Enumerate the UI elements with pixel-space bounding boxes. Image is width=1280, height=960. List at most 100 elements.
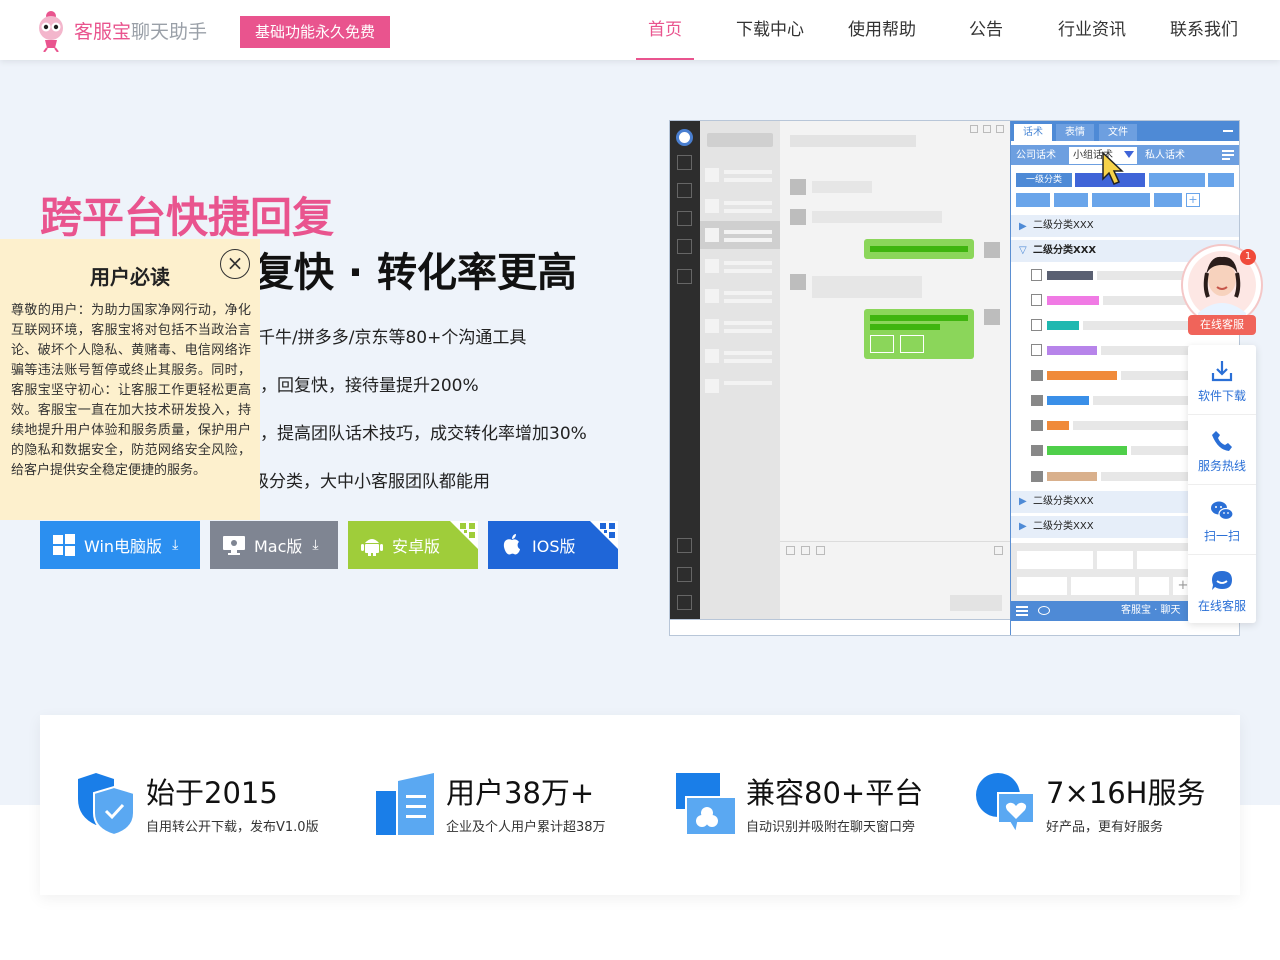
brand-sub: 聊天助手 — [131, 21, 208, 43]
cursor-icon — [1102, 151, 1124, 185]
software-download-label: 软件下载 — [1197, 389, 1246, 403]
mock-footer-text: 客服宝 · 聊天 — [1121, 605, 1181, 616]
mock-expand-icon: ▶ — [1019, 221, 1027, 232]
phone-icon — [1212, 431, 1232, 451]
eye-icon — [1038, 606, 1050, 615]
close-icon[interactable]: × — [220, 249, 250, 279]
floating-service-panel: 软件下载 服务热线 扫一扫 在线客服 — [1188, 345, 1256, 623]
building-icon — [376, 773, 434, 835]
stats-section: 始于2015 自用转公开下载，发布V1.0版 用户38万+ 企业及个人用户累计超… — [40, 715, 1240, 895]
stat-item: 始于2015 自用转公开下载，发布V1.0版 — [76, 773, 376, 843]
online-service-button[interactable]: 在线客服 — [1188, 555, 1256, 625]
mock-avatar — [676, 129, 693, 146]
scan-button[interactable]: 扫一扫 — [1188, 485, 1256, 555]
nav-contact[interactable]: 联系我们 — [1166, 18, 1242, 60]
heart-service-icon — [976, 773, 1035, 835]
download-icon — [1211, 361, 1233, 382]
notice-body: 尊敬的用户：为助力国家净网行动，净化互联网环境，客服宝将对包括不当政治言论、破坏… — [11, 303, 251, 478]
shield-icon — [78, 773, 135, 835]
mock-subtab: 私人话术 — [1145, 150, 1185, 161]
dropdown-triangle-icon — [1124, 151, 1134, 158]
hero-subtitle: 复快 · 转化率更高 — [254, 250, 578, 296]
user-notice-popup: 用户必读 × 尊敬的用户：为助力国家净网行动，净化互联网环境，客服宝将对包括不当… — [0, 239, 260, 520]
minimize-icon — [1223, 130, 1233, 132]
ios-download-label: IOS版 — [532, 537, 576, 556]
mock-add-icon: + — [1186, 193, 1200, 207]
free-badge: 基础功能永久免费 — [240, 16, 390, 48]
nav-download-center[interactable]: 下载中心 — [732, 18, 808, 60]
mock-level1-chip: 一级分类 — [1016, 173, 1072, 187]
mock-subtab: 公司话术 — [1016, 150, 1056, 161]
windows-icon — [53, 534, 75, 556]
mock-bottom-search — [670, 619, 1010, 635]
mock-nav-icon — [677, 183, 692, 198]
mock-tab: 文件 — [1099, 124, 1137, 141]
mock-category: 二级分类XXX — [1033, 496, 1094, 507]
mac-monitor-icon — [223, 536, 245, 555]
win-download-label: Win电脑版 — [84, 537, 163, 556]
mock-collapse-icon: ▽ — [1019, 245, 1027, 256]
service-hotline-button[interactable]: 服务热线 — [1188, 415, 1256, 485]
nav-industry-news[interactable]: 行业资讯 — [1054, 18, 1130, 60]
unread-count-badge: 1 — [1240, 249, 1256, 265]
mac-download-button[interactable]: Mac版 ⤓ — [210, 521, 338, 569]
mock-nav-icon — [677, 239, 692, 254]
app-mockup: 话术 表情 文件 公司话术 小组话术 私人话术 一级分类 + ▶ 二级分类XXX… — [669, 120, 1240, 636]
qr-code-icon[interactable] — [590, 521, 618, 549]
mock-nav-icon — [677, 595, 692, 610]
mock-category: 二级分类XXX — [1033, 245, 1097, 256]
online-service-label: 在线客服 — [1197, 599, 1246, 613]
stat-desc: 自用转公开下载，发布V1.0版 — [146, 820, 319, 835]
mock-expand-icon: ▶ — [1019, 521, 1027, 532]
wechat-icon — [1211, 501, 1234, 521]
mock-tab: 话术 — [1014, 124, 1052, 141]
site-header: 客服宝聊天助手 基础功能永久免费 首页 下载中心 使用帮助 公告 行业资讯 联系… — [0, 0, 1280, 60]
hero-title: 跨平台快捷回复 — [40, 193, 335, 242]
android-download-label: 安卓版 — [392, 537, 441, 556]
mock-tab: 表情 — [1056, 124, 1094, 141]
mock-category: 二级分类XXX — [1033, 521, 1094, 532]
mock-nav-icon — [677, 567, 692, 582]
android-icon — [361, 539, 383, 556]
mock-contact-list — [700, 121, 780, 619]
service-hotline-label: 服务热线 — [1197, 459, 1246, 473]
mock-nav-icon — [677, 538, 692, 553]
stat-item: 兼容80+平台 自动识别并吸附在聊天窗口旁 — [676, 773, 976, 843]
brand-name[interactable]: 客服宝聊天助手 — [74, 20, 207, 44]
stat-desc: 好产品，更有好服务 — [1046, 820, 1164, 835]
brand-main: 客服宝 — [74, 21, 132, 43]
stat-item: 7×16H服务 好产品，更有好服务 — [976, 773, 1276, 843]
platform-compat-icon — [676, 773, 736, 835]
win-download-button[interactable]: Win电脑版 ⤓ — [40, 521, 200, 569]
chat-bubble-icon — [1212, 571, 1232, 590]
download-arrow-icon: ⤓ — [312, 537, 319, 553]
scan-label: 扫一扫 — [1203, 529, 1240, 543]
stat-item: 用户38万+ 企业及个人用户累计超38万 — [376, 773, 676, 843]
apple-icon — [503, 534, 520, 555]
stat-title: 7×16H服务 — [1046, 776, 1206, 810]
stat-desc: 企业及个人用户累计超38万 — [446, 820, 606, 835]
mock-left-bar — [670, 121, 700, 619]
mock-nav-icon — [677, 155, 692, 170]
mock-category: 二级分类XXX — [1033, 220, 1094, 231]
software-download-button[interactable]: 软件下载 — [1188, 345, 1256, 415]
qr-code-icon[interactable] — [450, 521, 478, 549]
stat-desc: 自动识别并吸附在聊天窗口旁 — [746, 820, 916, 835]
mock-nav-icon — [677, 211, 692, 226]
stat-title: 用户38万+ — [446, 776, 595, 810]
nav-home[interactable]: 首页 — [636, 18, 694, 60]
mock-expand-icon: ▶ — [1019, 496, 1027, 507]
robot-logo-icon[interactable] — [36, 10, 66, 52]
mock-nav-icon — [677, 269, 692, 284]
online-service-badge: 在线客服 — [1188, 315, 1256, 335]
mock-chat-area — [780, 121, 1010, 619]
mac-download-label: Mac版 — [254, 537, 303, 556]
download-arrow-icon: ⤓ — [172, 537, 179, 553]
nav-announcement[interactable]: 公告 — [966, 18, 1006, 60]
ios-download-button[interactable]: IOS版 — [488, 521, 618, 569]
online-service-avatar[interactable]: 1 在线客服 — [1180, 243, 1268, 335]
android-download-button[interactable]: 安卓版 — [348, 521, 478, 569]
stat-title: 兼容80+平台 — [746, 776, 924, 810]
nav-help[interactable]: 使用帮助 — [844, 18, 920, 60]
stat-title: 始于2015 — [146, 776, 278, 810]
